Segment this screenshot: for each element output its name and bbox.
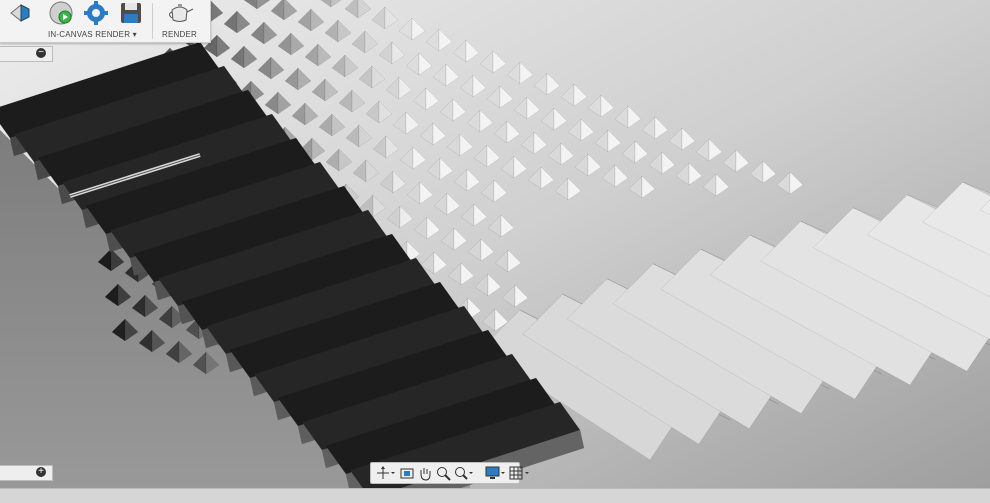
browser-panel-collapsed[interactable]: − bbox=[0, 46, 53, 62]
comments-expand-button[interactable]: + bbox=[36, 467, 46, 477]
play-sphere-icon bbox=[49, 1, 73, 25]
in-canvas-render-label: IN-CANVAS RENDER bbox=[48, 30, 131, 39]
appearance-icon bbox=[10, 3, 30, 23]
in-canvas-render-group[interactable]: IN-CANVAS RENDER ▾ bbox=[48, 30, 137, 39]
save-disk-icon bbox=[121, 3, 141, 23]
display-settings-icon bbox=[485, 466, 505, 479]
grid-icon bbox=[509, 466, 529, 480]
render-settings-button[interactable] bbox=[81, 0, 111, 26]
zoom-window-tool[interactable] bbox=[453, 464, 475, 482]
gear-icon bbox=[84, 1, 108, 25]
render-group-label: RENDER bbox=[162, 30, 197, 39]
render-button[interactable] bbox=[165, 0, 195, 26]
render-toolbar: IN-CANVAS RENDER ▾ RENDER bbox=[0, 0, 211, 43]
teapot-icon bbox=[169, 4, 194, 22]
start-render-button[interactable] bbox=[46, 0, 76, 26]
orbit-icon bbox=[377, 466, 395, 479]
zoom-tool[interactable] bbox=[435, 464, 451, 482]
look-at-icon bbox=[400, 468, 414, 479]
orbit-tool[interactable] bbox=[375, 464, 397, 482]
chevron-down-icon: ▾ bbox=[132, 30, 137, 39]
display-settings-tool[interactable] bbox=[485, 464, 507, 482]
pan-tool[interactable] bbox=[417, 464, 433, 482]
grid-snaps-tool[interactable] bbox=[509, 464, 531, 482]
save-image-button[interactable] bbox=[116, 0, 146, 26]
pan-hand-icon bbox=[420, 468, 431, 481]
render-canvas[interactable] bbox=[0, 0, 990, 502]
appearance-button[interactable] bbox=[4, 0, 34, 26]
toolbar-divider bbox=[152, 3, 153, 39]
status-bar bbox=[0, 488, 990, 503]
zoom-window-icon bbox=[455, 467, 473, 480]
navigation-bar bbox=[370, 462, 529, 484]
look-at-tool[interactable] bbox=[399, 464, 415, 482]
comments-panel-collapsed[interactable]: + bbox=[0, 465, 53, 481]
zoom-icon bbox=[437, 467, 451, 481]
browser-collapse-button[interactable]: − bbox=[36, 48, 46, 58]
